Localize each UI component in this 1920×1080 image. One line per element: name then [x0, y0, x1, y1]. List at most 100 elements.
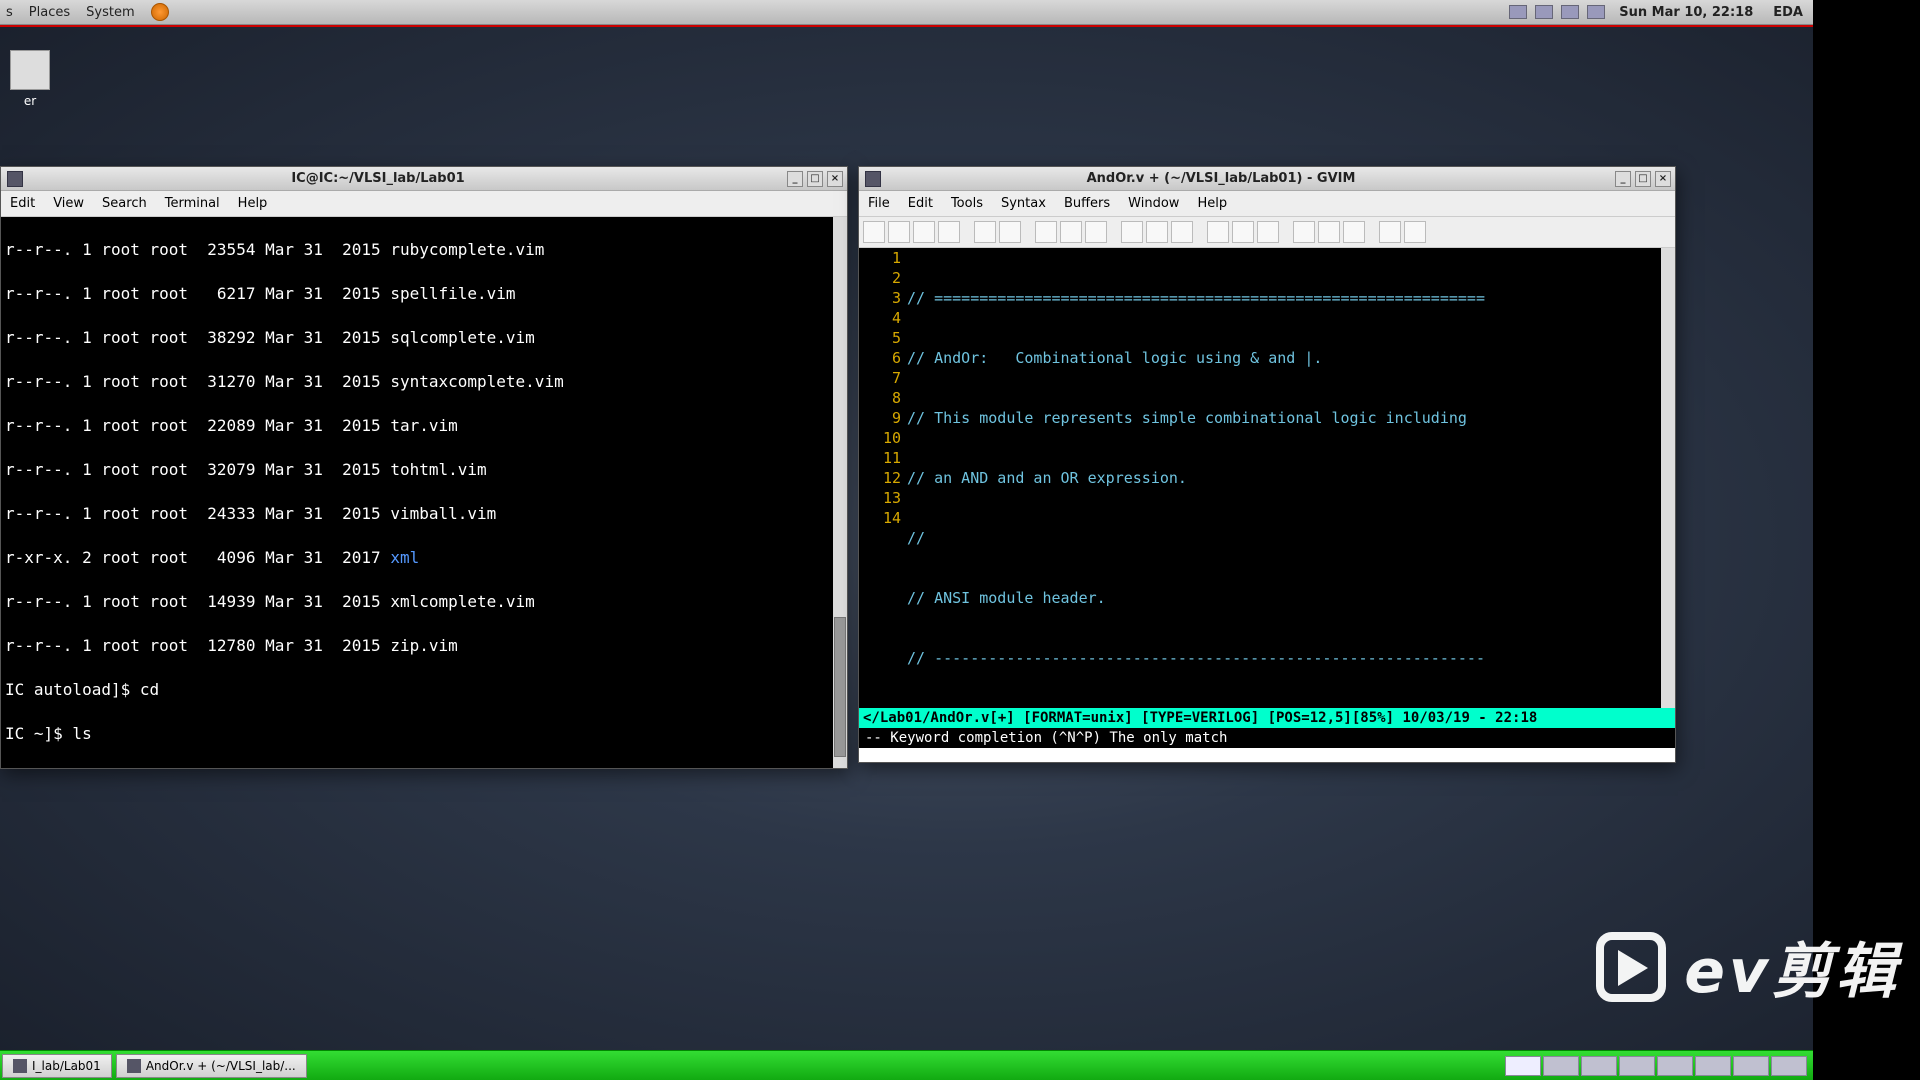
- tray-icon[interactable]: [1509, 5, 1527, 19]
- taskbar-button-terminal[interactable]: I_lab/Lab01: [2, 1054, 112, 1078]
- print-icon[interactable]: [938, 221, 960, 243]
- session2-icon[interactable]: [1232, 221, 1254, 243]
- minimize-button[interactable]: _: [1615, 171, 1631, 187]
- menu-edit[interactable]: Edit: [1, 196, 44, 211]
- terminal-line: r--r--. 1 root root 32079 Mar 31 2015 to…: [5, 459, 843, 481]
- code-line: // AndOr: Combinational logic using & an…: [907, 348, 1661, 368]
- code-line: //: [907, 528, 1661, 548]
- workspace-6[interactable]: [1695, 1056, 1731, 1076]
- terminal-line: r--r--. 1 root root 6217 Mar 31 2015 spe…: [5, 283, 843, 305]
- menu-syntax[interactable]: Syntax: [992, 196, 1055, 211]
- terminal-icon: [7, 171, 23, 187]
- workspace-2[interactable]: [1543, 1056, 1579, 1076]
- find-icon[interactable]: [1121, 221, 1143, 243]
- cut-icon[interactable]: [1035, 221, 1057, 243]
- menu-system[interactable]: System: [78, 5, 142, 20]
- search-help-icon[interactable]: [1404, 221, 1426, 243]
- tray-icon[interactable]: [1535, 5, 1553, 19]
- terminal-line: r-xr-x. 2 root root 4096 Mar 31 2017 xml: [5, 547, 843, 569]
- desktop-icon[interactable]: er: [0, 50, 60, 108]
- copy-icon[interactable]: [1060, 221, 1082, 243]
- maximize-button[interactable]: □: [807, 171, 823, 187]
- workspace-4[interactable]: [1619, 1056, 1655, 1076]
- taskbar[interactable]: I_lab/Lab01 AndOr.v + (~/VLSI_lab/...: [0, 1050, 1813, 1080]
- menu-terminal[interactable]: Terminal: [156, 196, 229, 211]
- menu-window[interactable]: Window: [1119, 196, 1188, 211]
- session-icon[interactable]: [1207, 221, 1229, 243]
- tray-icon[interactable]: [1561, 5, 1579, 19]
- workspace-5[interactable]: [1657, 1056, 1693, 1076]
- play-icon: [1596, 932, 1666, 1002]
- firefox-icon[interactable]: [151, 3, 169, 21]
- workspace-7[interactable]: [1733, 1056, 1769, 1076]
- findnext-icon[interactable]: [1146, 221, 1168, 243]
- terminal-scrollbar[interactable]: [833, 217, 847, 768]
- menu-buffers[interactable]: Buffers: [1055, 196, 1119, 211]
- menu-help[interactable]: Help: [229, 196, 277, 211]
- gvim-text[interactable]: // =====================================…: [907, 248, 1661, 708]
- open-icon[interactable]: [863, 221, 885, 243]
- terminal-line: r--r--. 1 root root 14939 Mar 31 2015 xm…: [5, 591, 843, 613]
- ctags-icon[interactable]: [1343, 221, 1365, 243]
- code-line: // This module represents simple combina…: [907, 408, 1661, 428]
- menu-edit[interactable]: Edit: [899, 196, 942, 211]
- save-icon[interactable]: [888, 221, 910, 243]
- script-icon[interactable]: [1257, 221, 1279, 243]
- make-icon[interactable]: [1293, 221, 1315, 243]
- close-button[interactable]: ×: [827, 171, 843, 187]
- vim-icon: [127, 1059, 141, 1073]
- gvim-window[interactable]: AndOr.v + (~/VLSI_lab/Lab01) - GVIM _ □ …: [858, 166, 1676, 763]
- gvim-toolbar[interactable]: [859, 217, 1675, 248]
- gvim-title: AndOr.v + (~/VLSI_lab/Lab01) - GVIM: [887, 171, 1615, 186]
- menu-view[interactable]: View: [44, 196, 93, 211]
- terminal-line: r--r--. 1 root root 31270 Mar 31 2015 sy…: [5, 371, 843, 393]
- tray-icon[interactable]: [1587, 5, 1605, 19]
- terminal-title: IC@IC:~/VLSI_lab/Lab01: [29, 171, 787, 186]
- watermark-text: ev剪辑: [1684, 923, 1900, 1010]
- menu-file[interactable]: File: [859, 196, 899, 211]
- maximize-button[interactable]: □: [1635, 171, 1651, 187]
- gvim-menubar[interactable]: File Edit Tools Syntax Buffers Window He…: [859, 191, 1675, 217]
- help-icon[interactable]: [1379, 221, 1401, 243]
- menu-places[interactable]: Places: [21, 5, 78, 20]
- terminal-window[interactable]: IC@IC:~/VLSI_lab/Lab01 _ □ × Edit View S…: [0, 166, 848, 769]
- right-black-stripe: [1813, 0, 1920, 1080]
- undo-icon[interactable]: [974, 221, 996, 243]
- paste-icon[interactable]: [1085, 221, 1107, 243]
- redo-icon[interactable]: [999, 221, 1021, 243]
- menu-search[interactable]: Search: [93, 196, 156, 211]
- shell-icon[interactable]: [1318, 221, 1340, 243]
- saveall-icon[interactable]: [913, 221, 935, 243]
- desktop-icon-label: er: [0, 94, 60, 108]
- workspace-8[interactable]: [1771, 1056, 1807, 1076]
- scrollbar-thumb[interactable]: [834, 617, 846, 757]
- code-line: // -------------------------------------…: [907, 648, 1661, 668]
- workspace-1[interactable]: [1505, 1056, 1541, 1076]
- gvim-commandline[interactable]: -- Keyword completion (^N^P) The only ma…: [859, 728, 1675, 748]
- gvim-scrollbar[interactable]: [1661, 248, 1675, 708]
- desktop: s Places System Sun Mar 10, 22:18 EDA er…: [0, 0, 1920, 1080]
- workspace-3[interactable]: [1581, 1056, 1617, 1076]
- minimize-button[interactable]: _: [787, 171, 803, 187]
- menu-help[interactable]: Help: [1188, 196, 1236, 211]
- vim-icon: [865, 171, 881, 187]
- top-panel[interactable]: s Places System Sun Mar 10, 22:18 EDA: [0, 0, 1813, 25]
- computer-icon: [10, 50, 50, 90]
- menu-tools[interactable]: Tools: [942, 196, 992, 211]
- findprev-icon[interactable]: [1171, 221, 1193, 243]
- terminal-line: r--r--. 1 root root 24333 Mar 31 2015 vi…: [5, 503, 843, 525]
- taskbar-button-gvim[interactable]: AndOr.v + (~/VLSI_lab/...: [116, 1054, 307, 1078]
- terminal-line: r--r--. 1 root root 12780 Mar 31 2015 zi…: [5, 635, 843, 657]
- close-button[interactable]: ×: [1655, 171, 1671, 187]
- terminal-body[interactable]: r--r--. 1 root root 23554 Mar 31 2015 ru…: [1, 217, 847, 768]
- terminal-titlebar[interactable]: IC@IC:~/VLSI_lab/Lab01 _ □ ×: [1, 167, 847, 191]
- code-line: // ANSI module header.: [907, 588, 1661, 608]
- workspace-pager[interactable]: [1505, 1056, 1813, 1076]
- gvim-editor[interactable]: 1234567891011121314 // =================…: [859, 248, 1675, 708]
- menu-apps[interactable]: s: [0, 5, 21, 20]
- gvim-titlebar[interactable]: AndOr.v + (~/VLSI_lab/Lab01) - GVIM _ □ …: [859, 167, 1675, 191]
- task-label: I_lab/Lab01: [32, 1059, 101, 1073]
- clock[interactable]: Sun Mar 10, 22:18: [1609, 5, 1763, 20]
- terminal-menubar[interactable]: Edit View Search Terminal Help: [1, 191, 847, 217]
- user-label[interactable]: EDA: [1763, 5, 1813, 20]
